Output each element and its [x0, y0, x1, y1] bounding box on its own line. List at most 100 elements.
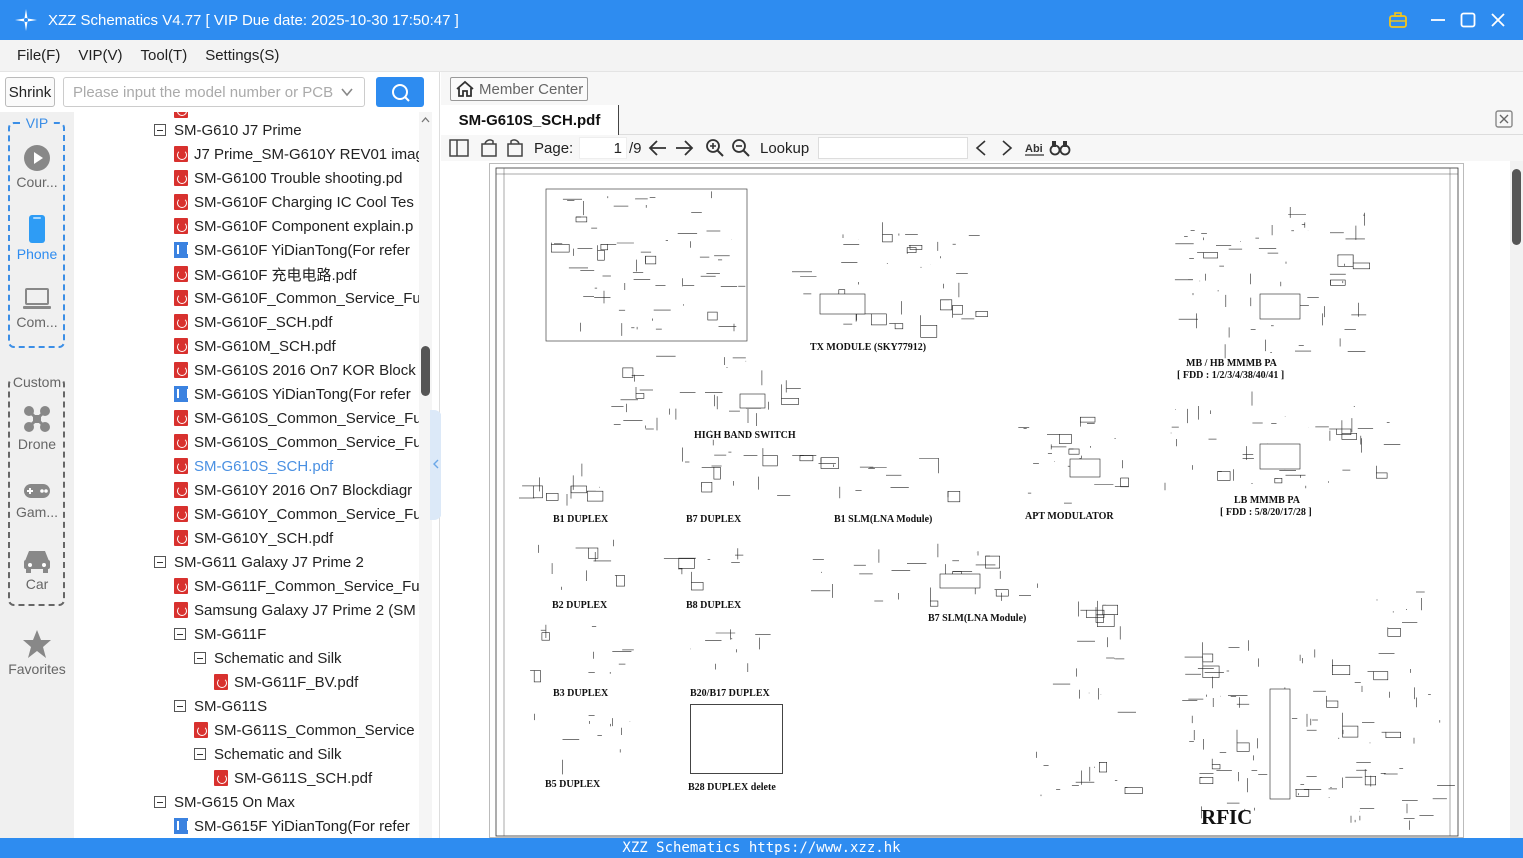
shrink-button[interactable]: Shrink [5, 77, 55, 107]
nav-courses[interactable]: Cour... [0, 144, 74, 190]
match-case-icon[interactable]: Abi [1024, 137, 1046, 159]
category-sidebar: VIP Cour... Phone Com... Custom Drone Ga… [0, 112, 74, 838]
tree-file[interactable]: SM-G610F 充电电路.pdf [174, 262, 357, 286]
pdf-file-icon [194, 722, 208, 738]
tree-folder[interactable]: SM-G611F [174, 622, 266, 646]
tree-folder[interactable]: SM-G610 J7 Prime [154, 118, 302, 142]
nav-games[interactable]: Gam... [0, 480, 74, 520]
previous-page-icon[interactable] [648, 137, 668, 159]
pdf-file-icon [174, 410, 188, 426]
tree-folder[interactable]: SM-G611 Galaxy J7 Prime 2 [154, 550, 364, 574]
menu-settings[interactable]: Settings(S) [205, 47, 279, 64]
home-icon [456, 80, 474, 97]
find-previous-icon[interactable] [973, 137, 989, 159]
menu-file[interactable]: File(F) [17, 47, 60, 64]
tree-folder[interactable]: Schematic and Silk [194, 742, 342, 766]
toggle-sidebar-icon[interactable] [449, 137, 469, 159]
menu-bar: File(F) VIP(V) Tool(T) Settings(S) [0, 40, 1523, 72]
tree-file[interactable]: SM-G610F Charging IC Cool Tes [174, 190, 414, 214]
tree-file[interactable]: SM-G610Y_SCH.pdf [174, 526, 333, 550]
menu-vip[interactable]: VIP(V) [78, 47, 122, 64]
tree-item-label: SM-G611S_SCH.pdf [234, 769, 373, 787]
zoom-out-icon[interactable] [731, 137, 751, 159]
tree-file[interactable]: SM-G610S_Common_Service_Fu [174, 430, 419, 454]
tree-folder[interactable]: Schematic and Silk [194, 646, 342, 670]
document-scroll-thumb[interactable] [1512, 169, 1521, 245]
tree-file[interactable]: SM-G6100 Trouble shooting.pd [174, 166, 402, 190]
collapse-toggle-icon[interactable] [154, 796, 166, 808]
tree-file[interactable]: SM-G610S 2016 On7 KOR Block [174, 358, 416, 382]
chevron-down-icon[interactable] [340, 85, 354, 99]
tree-file[interactable]: SM-G611F_BV.pdf [214, 670, 358, 694]
tree-scroll-thumb[interactable] [421, 346, 430, 396]
tree-folder[interactable]: SM-G615 On Max [154, 790, 295, 814]
close-tab-icon[interactable] [1495, 110, 1513, 128]
tree-file[interactable]: SM-G611S_SCH.pdf [214, 766, 372, 790]
page-number-input[interactable]: 1 [579, 137, 627, 159]
collapse-toggle-icon[interactable] [154, 556, 166, 568]
search-button[interactable] [376, 77, 424, 107]
left-pane: Shrink Please input the model number or … [0, 72, 442, 838]
menu-tool[interactable]: Tool(T) [141, 47, 188, 64]
tree-file[interactable]: SM-G610S_Common_Service_Fu [174, 406, 419, 430]
document-scrollbar[interactable] [1510, 161, 1523, 838]
phone-icon [29, 215, 45, 243]
tree-file[interactable]: SM-G615F YiDianTong(For refer [174, 814, 410, 838]
tree-item-label: SM-G611 Galaxy J7 Prime 2 [174, 553, 364, 571]
tree-file[interactable]: SM-G611F_Common_Service_Fu [174, 574, 419, 598]
lookup-input[interactable] [818, 137, 968, 159]
tree-item-label: Samsung Galaxy J7 Prime 2 (SM [194, 601, 416, 619]
collapse-toggle-icon[interactable] [194, 748, 206, 760]
rotate-right-icon[interactable] [505, 137, 525, 159]
tree-file[interactable]: SM-G610F_SCH.pdf [174, 310, 332, 334]
tree-item-label: SM-G611F [194, 625, 267, 643]
nav-computer[interactable]: Com... [0, 286, 74, 330]
drone-icon [24, 406, 50, 432]
nav-drone-label: Drone [17, 436, 57, 452]
tree-file[interactable]: SM-G610M_SCH.pdf [174, 334, 336, 358]
maximize-icon[interactable] [1456, 8, 1480, 32]
tree-item-label: SM-G610F Component explain.p [194, 217, 414, 235]
tree-file[interactable]: SM-G610Y 2016 On7 Blockdiagr [174, 478, 412, 502]
tree-file[interactable]: SM-G610F Component explain.p [174, 214, 413, 238]
nav-car[interactable]: Car [0, 546, 74, 592]
tree-file[interactable]: SM-G611S_Common_Service [194, 718, 415, 742]
tree-file[interactable]: SM-G610F_Common_Service_Fu [174, 286, 419, 310]
tree-item-label: SM-G610F 充电电路.pdf [194, 266, 357, 284]
find-next-icon[interactable] [999, 137, 1015, 159]
tree-file[interactable]: SM-G610S_SCH.pdf [174, 454, 333, 478]
schematic-label: B7 SLM(LNA Module) [928, 613, 1027, 624]
pdf-file-icon [174, 458, 188, 474]
tree-item-label: SM-G615 On Max [174, 793, 295, 811]
nav-car-label: Car [25, 576, 49, 592]
tab-sm-g610s-sch[interactable]: SM-G610S_SCH.pdf [441, 105, 619, 135]
nav-favorites[interactable]: Favorites [0, 629, 74, 677]
scroll-up-icon[interactable] [419, 114, 432, 126]
rotate-left-icon[interactable] [479, 137, 499, 159]
zoom-in-icon[interactable] [705, 137, 725, 159]
next-page-icon[interactable] [674, 137, 694, 159]
gamepad-icon [24, 484, 50, 498]
schematic-label: [ FDD : 1/2/3/4/38/40/41 ] [1177, 370, 1285, 381]
vip-briefcase-icon[interactable] [1386, 8, 1410, 32]
collapse-toggle-icon[interactable] [174, 700, 186, 712]
tree-file[interactable]: SM-G610F YiDianTong(For refer [174, 238, 410, 262]
tree-file[interactable]: Samsung Galaxy J7 Prime 2 (SM [174, 598, 416, 622]
member-center-button[interactable]: Member Center [450, 77, 588, 101]
tree-file[interactable]: SM-G610S YiDianTong(For refer [174, 382, 411, 406]
file-tree: SM-G610 J7 Prime J7 Prime_SM-G610Y REV01 … [74, 112, 419, 838]
model-search-input[interactable]: Please input the model number or PCB [63, 77, 365, 107]
collapse-toggle-icon[interactable] [174, 628, 186, 640]
close-icon[interactable] [1486, 8, 1510, 32]
collapse-toggle-icon[interactable] [194, 652, 206, 664]
pdf-viewer[interactable]: TX MODULE (SKY77912) MB / HB MMMB PA [ F… [441, 161, 1523, 838]
find-all-icon[interactable] [1049, 137, 1071, 159]
nav-drone[interactable]: Drone [0, 404, 74, 452]
nav-phone[interactable]: Phone [0, 214, 74, 262]
collapse-toggle-icon[interactable] [154, 124, 166, 136]
tree-file[interactable]: J7 Prime_SM-G610Y REV01 imag [174, 142, 419, 166]
minimize-icon[interactable] [1426, 8, 1450, 32]
schematic-label: B1 DUPLEX [553, 514, 609, 525]
tree-folder[interactable]: SM-G611S [174, 694, 267, 718]
tree-file[interactable]: SM-G610Y_Common_Service_Fu [174, 502, 419, 526]
